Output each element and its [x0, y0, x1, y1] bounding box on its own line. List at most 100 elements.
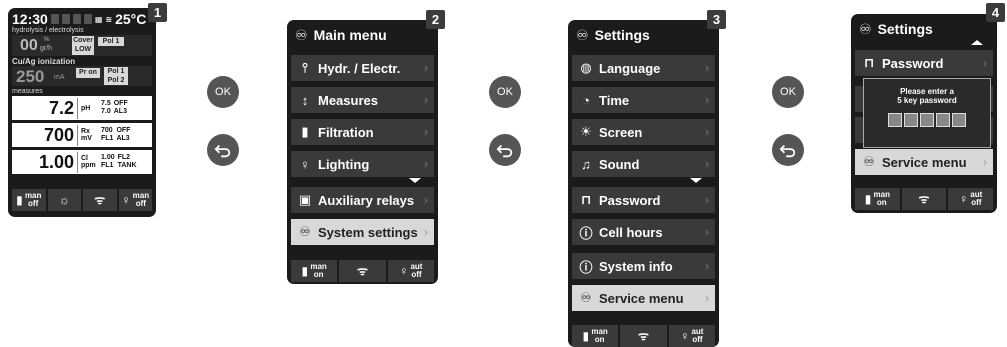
back-arrow-icon: [779, 144, 796, 158]
lighting-status[interactable]: ♀ aut off: [387, 260, 434, 282]
hydrolysis-value: 00: [20, 37, 38, 54]
ok-button[interactable]: OK: [207, 76, 239, 108]
measure-row-ph[interactable]: 7.2 pH 7.5 7.0 OFF AL3: [12, 96, 152, 120]
chevron-right-icon: ›: [424, 225, 428, 239]
measure-unit: pH: [81, 104, 91, 112]
menu-item-auxiliary-relays[interactable]: ▣ Auxiliary relays ›: [291, 187, 434, 213]
page-title: Main menu: [313, 27, 387, 43]
sun-icon: ☼: [58, 193, 70, 207]
filtration-status[interactable]: ▮ man on: [291, 260, 338, 282]
pump-icon: ▮: [301, 264, 309, 278]
bulb-icon: ♀: [121, 193, 131, 207]
day-box-2: [61, 14, 70, 24]
menu-item-time[interactable]: ◔ Time ›: [572, 87, 715, 113]
bulb-icon: ♀: [300, 156, 310, 172]
password-digit-box[interactable]: [952, 113, 966, 127]
filtration-status[interactable]: ▮ man on: [855, 188, 900, 210]
measure-value: 1.00: [12, 151, 78, 173]
chevron-right-icon: ›: [705, 225, 709, 239]
status-bar: 12:30 ▦ ≋ 25°C: [12, 11, 152, 27]
chevron-right-icon: ›: [424, 61, 428, 75]
filtration-status[interactable]: ▮ man off: [12, 189, 46, 211]
scroll-down-indicator[interactable]: [409, 178, 421, 183]
menu-item-measures[interactable]: ↕ Measures ›: [291, 87, 434, 113]
ok-button[interactable]: OK: [772, 76, 804, 108]
pr-on-badge: Pr on: [76, 68, 100, 78]
measure-row-cl[interactable]: 1.00 Cl ppm 1.00 FL1 FL2 TANK: [12, 150, 152, 174]
day-box-1: [50, 14, 59, 24]
menu-item-cell-hours[interactable]: ⓘ Cell hours ›: [572, 219, 715, 245]
measure-unit: Cl ppm: [81, 155, 96, 169]
filtration-status[interactable]: ▮ man on: [572, 325, 619, 347]
lock-icon: ⊓: [580, 192, 592, 207]
bulb-icon: ♀: [680, 329, 690, 343]
menu-item-screen[interactable]: ☀ Screen ›: [572, 119, 715, 145]
menu-item-sound[interactable]: ♫ Sound ›: [572, 151, 715, 177]
settings-icon: ♾: [295, 26, 308, 43]
pump-icon: ▮: [864, 192, 872, 206]
cover-status: Cover LOW: [72, 36, 94, 55]
back-button[interactable]: [772, 134, 804, 166]
password-digit-box[interactable]: [920, 113, 934, 127]
measure-setpoints: 700 FL1 OFF AL3: [101, 127, 131, 142]
menu-title: ♾ Main menu: [287, 20, 438, 50]
password-digit-box[interactable]: [888, 113, 902, 127]
menu-item-system-info[interactable]: ⓘ System info ›: [572, 253, 715, 279]
password-digit-box[interactable]: [936, 113, 950, 127]
wifi-icon: ᯤ: [638, 329, 649, 343]
signal-status[interactable]: ᯤ: [620, 325, 667, 347]
password-digit-boxes: [864, 113, 990, 132]
dialog-text-line1: Please enter a: [900, 87, 954, 96]
page-title: Settings: [877, 21, 933, 37]
status-footer: ▮ man off ☼ ᯤ ♀ man off: [12, 189, 152, 211]
password-digit-box[interactable]: [904, 113, 918, 127]
grid-icon: ▦: [94, 14, 103, 24]
hydrolysis-icon: ⫯: [302, 60, 308, 75]
measure-row-rx[interactable]: 700 Rx mV 700 FL1 OFF AL3: [12, 123, 152, 147]
chevron-right-icon: ›: [705, 193, 709, 207]
chevron-right-icon: ›: [424, 93, 428, 107]
settings-icon: ♾: [580, 290, 592, 305]
menu-item-system-settings[interactable]: ♾ System settings ›: [291, 219, 434, 245]
signal-status[interactable]: ᯤ: [901, 188, 947, 210]
settings-icon: ♾: [863, 154, 875, 169]
sun-status[interactable]: ☼: [47, 189, 81, 211]
menu-item-service-menu[interactable]: ♾ Service menu ›: [572, 285, 715, 311]
measure-unit: Rx mV: [81, 128, 92, 142]
back-button[interactable]: [207, 134, 239, 166]
menu-item-language[interactable]: ◍ Language ›: [572, 55, 715, 81]
hydrolysis-unit-top: %: [44, 37, 50, 43]
measure-setpoints: 1.00 FL1 FL2 TANK: [101, 154, 137, 169]
pol2-label: Pol 2: [107, 77, 125, 84]
lighting-status[interactable]: ♀ aut off: [668, 325, 715, 347]
temperature-value: 25°C: [115, 11, 147, 27]
cuag-value: 250: [16, 67, 45, 86]
wifi-icon: ᯤ: [94, 193, 106, 207]
bulb-icon: ♀: [399, 264, 409, 278]
menu-item-filtration[interactable]: ▮ Filtration ›: [291, 119, 434, 145]
status-footer: ▮ man on ᯤ ♀ aut off: [572, 325, 715, 347]
step-number-1: 1: [148, 3, 167, 22]
bulb-icon: ♀: [959, 192, 969, 206]
globe-icon: ◍: [580, 60, 592, 75]
back-button[interactable]: [489, 134, 521, 166]
chevron-right-icon: ›: [983, 56, 987, 70]
menu-title: ♾ Settings: [568, 20, 719, 50]
menu-item-service-menu[interactable]: ♾ Service menu ›: [855, 149, 993, 175]
scroll-up-indicator[interactable]: [971, 40, 983, 45]
menu-item-password[interactable]: ⊓ Password ›: [855, 50, 993, 76]
chevron-right-icon: ›: [983, 155, 987, 169]
lighting-status[interactable]: ♀ man off: [118, 189, 152, 211]
measure-setpoints: 7.5 7.0 OFF AL3: [101, 100, 128, 115]
hydrolysis-label: hydrolysis / electrolysis: [12, 27, 84, 34]
ok-button[interactable]: OK: [489, 76, 521, 108]
menu-item-password[interactable]: ⊓ Password ›: [572, 187, 715, 213]
signal-status[interactable]: ᯤ: [339, 260, 386, 282]
menu-item-lighting[interactable]: ♀ Lighting ›: [291, 151, 434, 177]
device-screen-settings: ♾ Settings ◍ Language › ◔ Time › ☀ Screen › ♫ S…: [568, 20, 719, 347]
menu-item-hydr-electr[interactable]: ⫯ Hydr. / Electr. ›: [291, 55, 434, 81]
relay-icon: ▣: [298, 192, 312, 207]
lighting-status[interactable]: ♀ aut off: [948, 188, 994, 210]
scroll-down-indicator[interactable]: [690, 178, 702, 183]
signal-status[interactable]: ᯤ: [83, 189, 117, 211]
